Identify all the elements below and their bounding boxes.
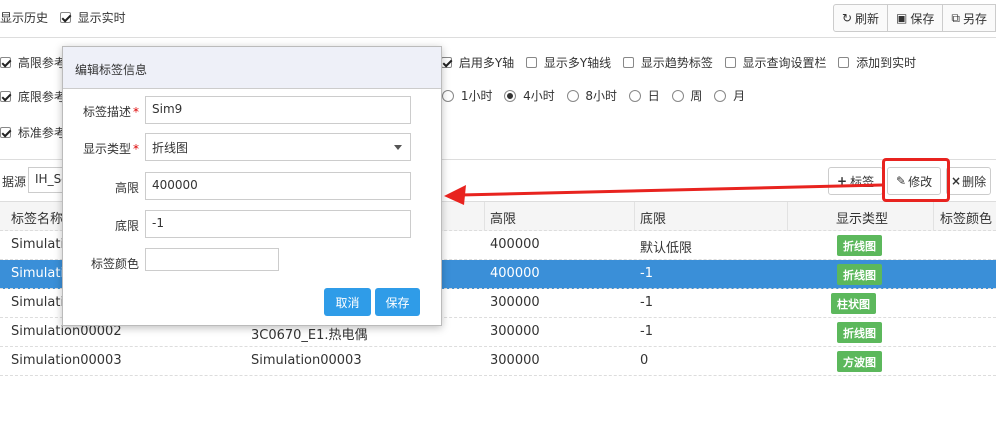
save-as-button[interactable]: ⧉ 另存 [942,4,996,32]
range-1h-radio[interactable] [442,89,454,102]
dialog-title: 编辑标签信息 [63,47,441,89]
save-button[interactable]: ▣ 保存 [887,4,944,32]
copy-icon: ⧉ [951,10,960,25]
low-input[interactable]: -1 [145,210,411,238]
show-realtime-checkbox[interactable] [59,12,71,23]
close-icon: × [951,174,962,188]
action-buttons: ↻ 刷新 ▣ 保存 ⧉ 另存 [832,4,996,32]
std-ref-line-checkbox[interactable] [0,127,11,138]
high-ref-line-checkbox[interactable] [0,57,11,68]
show-query-bar-checkbox[interactable] [724,57,736,68]
delete-tag-button[interactable]: × 删除 [946,167,992,195]
dialog-save-button[interactable]: 保存 [375,288,420,316]
type-badge: 折线图 [837,264,882,285]
low-ref-line-checkbox[interactable] [0,91,11,102]
add-to-realtime-checkbox[interactable] [838,57,850,68]
type-label: 显示类型 * [82,142,139,156]
type-badge: 折线图 [837,235,882,256]
high-input[interactable]: 400000 [145,172,411,200]
refresh-button[interactable]: ↻ 刷新 [832,4,889,32]
top-toolbar: 显示历史 显示实时 ↻ 刷新 ▣ 保存 ⧉ 另存 [0,0,996,38]
annotation-arrow [444,183,883,205]
floppy-icon: ▣ [896,11,908,25]
high-label: 高限 [114,181,139,195]
range-week-radio[interactable] [671,89,684,102]
show-history-label: 显示历史 [0,11,49,25]
desc-label: 标签描述 * [82,105,139,119]
highlight-box [882,158,950,202]
type-badge: 方波图 [837,351,882,372]
color-label: 标签颜色 [90,257,139,271]
show-multi-y-lines-checkbox[interactable] [526,57,537,68]
type-badge: 折线图 [837,322,882,343]
range-4h-radio[interactable] [504,89,517,102]
range-month-radio[interactable] [714,89,727,102]
refresh-icon: ↻ [841,11,853,25]
edit-tag-dialog: 编辑标签信息 标签描述 * Sim9 显示类型 * 折线图 高限 400000 底限… [62,46,442,326]
data-source-label: 据源 [2,175,27,189]
history-options: 显示历史 显示实时 [0,9,134,26]
table-row[interactable]: Simulation00003 Simulation00003 300000 0… [0,347,996,376]
show-realtime-label: 显示实时 [77,11,126,25]
multi-y-axis-checkbox[interactable] [441,57,452,68]
range-day-radio[interactable] [628,89,641,102]
type-badge: 柱状图 [831,293,876,314]
color-input[interactable] [145,248,279,271]
cancel-button[interactable]: 取消 [324,288,371,316]
range-8h-radio[interactable] [566,89,579,102]
type-select[interactable]: 折线图 [145,133,411,161]
low-label: 底限 [114,219,139,233]
show-trend-label-checkbox[interactable] [623,57,634,68]
desc-input[interactable]: Sim9 [145,96,411,124]
